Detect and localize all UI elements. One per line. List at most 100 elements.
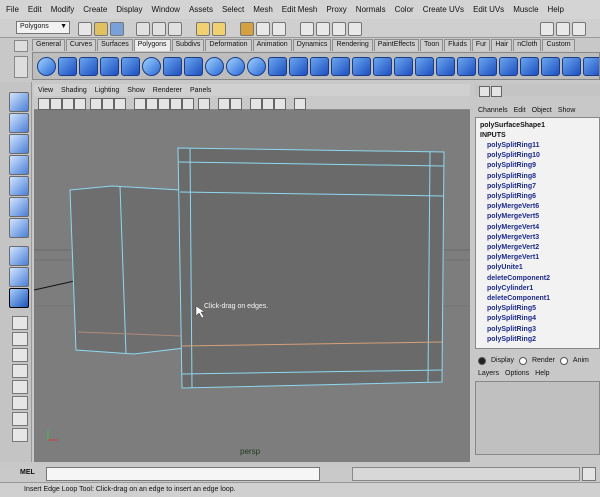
film-gate-icon[interactable] (102, 98, 114, 110)
shape-node-name[interactable]: polySurfaceShape1 (480, 121, 599, 131)
menu-display[interactable]: Display (116, 5, 142, 14)
input-node[interactable]: polySplitRing7 (480, 182, 599, 192)
shelf-tab-custom[interactable]: Custom (542, 39, 575, 51)
shadows-icon[interactable] (198, 98, 210, 110)
input-node[interactable]: polyMergeVert6 (480, 202, 599, 212)
cb-menu-channels[interactable]: Channels (478, 107, 508, 114)
layer-menu-options[interactable]: Options (505, 370, 529, 377)
insert-edge-loop-tool-icon[interactable] (9, 288, 29, 308)
poly-plane-icon[interactable] (121, 56, 140, 76)
mirror-geometry-icon[interactable] (436, 56, 455, 76)
use-all-lights-icon[interactable] (182, 98, 194, 110)
render-view-icon[interactable] (294, 98, 306, 110)
show-manipulator-icon[interactable] (9, 267, 29, 287)
attribute-editor-toggle-icon[interactable] (540, 22, 554, 36)
mel-label[interactable]: MEL (20, 469, 35, 476)
menu-color[interactable]: Color (395, 5, 414, 14)
shelf-tab-general[interactable]: General (32, 39, 65, 51)
layer-menu-layers[interactable]: Layers (478, 370, 499, 377)
input-node[interactable]: polyMergeVert4 (480, 223, 599, 233)
shelf-tab-ncloth[interactable]: nCloth (513, 39, 542, 51)
xray-active-icon[interactable] (274, 98, 286, 110)
menu-help[interactable]: Help (548, 5, 564, 14)
soft-mod-tool-icon[interactable] (9, 246, 29, 266)
menu-file[interactable]: File (6, 5, 19, 14)
extrude-icon[interactable] (457, 56, 476, 76)
panel-menu-shading[interactable]: Shading (61, 87, 87, 94)
select-hierarchy-icon[interactable] (136, 22, 150, 36)
shelf-tab-dynamics[interactable]: Dynamics (292, 39, 332, 51)
manipulator-tool-icon[interactable] (9, 218, 29, 238)
snap-curve-icon[interactable] (256, 22, 270, 36)
smooth-shade-icon[interactable] (146, 98, 158, 110)
shelf-tab-menu-icon[interactable] (14, 40, 28, 52)
menu-edit-uvs[interactable]: Edit UVs (473, 5, 504, 14)
boolean-difference-icon[interactable] (394, 56, 413, 76)
command-input[interactable] (46, 467, 320, 481)
extract-icon[interactable] (331, 56, 350, 76)
input-node[interactable]: polyMergeVert5 (480, 212, 599, 222)
snap-grid-icon[interactable] (240, 22, 254, 36)
soccer-ball-icon[interactable] (247, 56, 266, 76)
panel-menu-show[interactable]: Show (127, 87, 145, 94)
new-scene-icon[interactable] (78, 22, 92, 36)
menu-assets[interactable]: Assets (189, 5, 213, 14)
boolean-intersection-icon[interactable] (415, 56, 434, 76)
input-node[interactable]: polySplitRing5 (480, 304, 599, 314)
camera-select-icon[interactable] (38, 98, 50, 110)
shelf-tab-polygons[interactable]: Polygons (133, 39, 171, 51)
menu-window[interactable]: Window (152, 5, 180, 14)
script-editor-icon[interactable] (582, 467, 596, 481)
menu-normals[interactable]: Normals (356, 5, 386, 14)
image-plane-icon[interactable] (74, 98, 86, 110)
textured-icon[interactable] (170, 98, 182, 110)
fill-hole-icon[interactable] (520, 56, 539, 76)
layout-script-icon[interactable] (12, 428, 28, 442)
shelf-tab-painteffects[interactable]: PaintEffects (373, 39, 419, 51)
shelf-tab-subdivs[interactable]: Subdivs (171, 39, 205, 51)
shelf-tab-rendering[interactable]: Rendering (332, 39, 373, 51)
combine-icon[interactable] (289, 56, 308, 76)
input-node[interactable]: polySplitRing2 (480, 335, 599, 345)
ipr-render-icon[interactable] (332, 22, 346, 36)
mask-icon[interactable] (196, 22, 210, 36)
layer-menu-help[interactable]: Help (535, 370, 549, 377)
display-radio[interactable] (478, 356, 486, 365)
layout-outliner-icon[interactable] (12, 364, 28, 378)
poly-cylinder-icon[interactable] (79, 56, 98, 76)
input-node[interactable]: deleteComponent2 (480, 274, 599, 284)
snap-point-icon[interactable] (272, 22, 286, 36)
input-node[interactable]: polySplitRing3 (480, 325, 599, 335)
wireframe-icon[interactable] (134, 98, 146, 110)
paint-select-tool-icon[interactable] (9, 134, 29, 154)
channel-box-toggle-icon[interactable] (479, 86, 490, 97)
input-node[interactable]: polyCylinder1 (480, 284, 599, 294)
bookmark-icon[interactable] (62, 98, 74, 110)
channel-box-toggle-icon[interactable] (572, 22, 586, 36)
shelf-tab-toon[interactable]: Toon (419, 39, 444, 51)
bridge-icon[interactable] (478, 56, 497, 76)
x-ray-icon[interactable] (230, 98, 242, 110)
poly-prism-icon[interactable] (163, 56, 182, 76)
panel-menu-panels[interactable]: Panels (190, 87, 211, 94)
separate-icon[interactable] (310, 56, 329, 76)
layout-render-icon[interactable] (12, 412, 28, 426)
input-node[interactable]: polyMergeVert1 (480, 253, 599, 263)
select-object-icon[interactable] (152, 22, 166, 36)
high-quality-icon[interactable] (218, 98, 230, 110)
shelf-tab-fur[interactable]: Fur (471, 39, 491, 51)
wireframe-on-shaded-icon[interactable] (158, 98, 170, 110)
input-node[interactable]: polyUnite1 (480, 263, 599, 273)
grid-icon[interactable] (90, 98, 102, 110)
select-component-icon[interactable] (168, 22, 182, 36)
shelf-tab-hair[interactable]: Hair (491, 39, 513, 51)
history-icon[interactable] (300, 22, 314, 36)
select-tool-icon[interactable] (9, 92, 29, 112)
save-scene-icon[interactable] (110, 22, 124, 36)
input-node[interactable]: polyMergeVert2 (480, 243, 599, 253)
layout-single-pane-icon[interactable] (12, 316, 28, 330)
shelf-tab-fluids[interactable]: Fluids (444, 39, 471, 51)
menu-mesh[interactable]: Mesh (253, 5, 273, 14)
input-node[interactable]: polySplitRing10 (480, 151, 599, 161)
resolution-gate-icon[interactable] (114, 98, 126, 110)
